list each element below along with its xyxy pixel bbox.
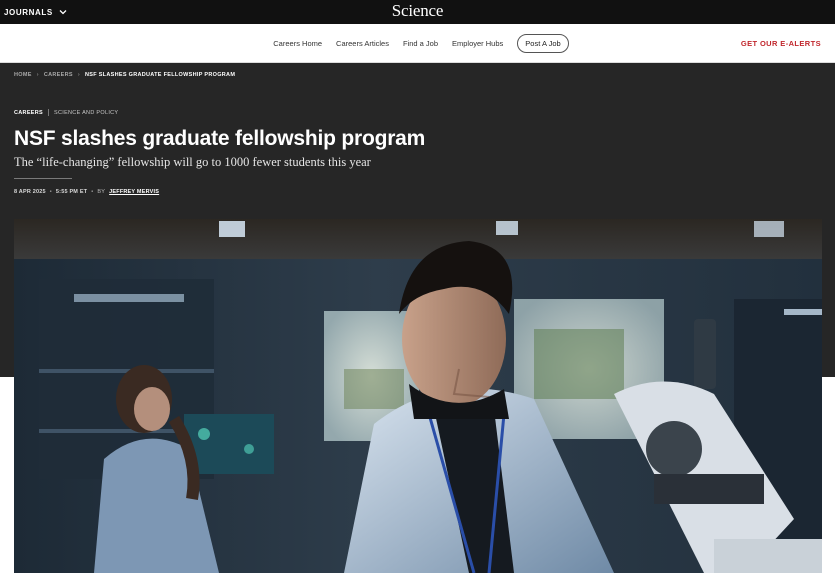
byline-by: BY [97,189,106,195]
nav-find-a-job[interactable]: Find a Job [403,39,438,48]
byline-dot: • [49,189,52,195]
breadcrumb: HOME › CAREERS › NSF SLASHES GRADUATE FE… [14,72,235,78]
breadcrumb-separator-icon: › [77,72,80,78]
dek-divider [14,178,72,179]
tag-science-and-policy[interactable]: SCIENCE AND POLICY [54,110,118,116]
nav-careers-home[interactable]: Careers Home [273,39,322,48]
science-logo[interactable]: Science [0,0,835,24]
tag-careers[interactable]: CAREERS [14,110,43,116]
article-dek: The “life-changing” fellowship will go t… [14,155,371,169]
lab-photo-image [14,219,822,573]
publish-time: 5:55 PM ET [55,189,88,195]
article-tags: CAREERS SCIENCE AND POLICY [14,109,118,116]
breadcrumb-current: NSF SLASHES GRADUATE FELLOWSHIP PROGRAM [84,72,236,78]
author-link[interactable]: JEFFREY MERVIS [109,189,159,195]
nav-employer-hubs[interactable]: Employer Hubs [452,39,503,48]
breadcrumb-careers[interactable]: CAREERS [44,72,73,78]
careers-nav: Careers Home Careers Articles Find a Job… [0,24,835,63]
article-byline: 8 APR 2025 • 5:55 PM ET • BY JEFFREY MER… [14,189,159,195]
breadcrumb-separator-icon: › [36,72,39,78]
publish-date: 8 APR 2025 [14,189,46,195]
top-bar: JOURNALS Science [0,0,835,24]
nav-careers-articles[interactable]: Careers Articles [336,39,389,48]
post-a-job-button[interactable]: Post A Job [517,33,569,53]
article-headline: NSF slashes graduate fellowship program [14,127,426,150]
get-e-alerts-link[interactable]: GET OUR E-ALERTS [741,24,821,62]
tag-divider [48,109,49,116]
byline-dot: • [91,189,94,195]
breadcrumb-home[interactable]: HOME [14,72,32,78]
